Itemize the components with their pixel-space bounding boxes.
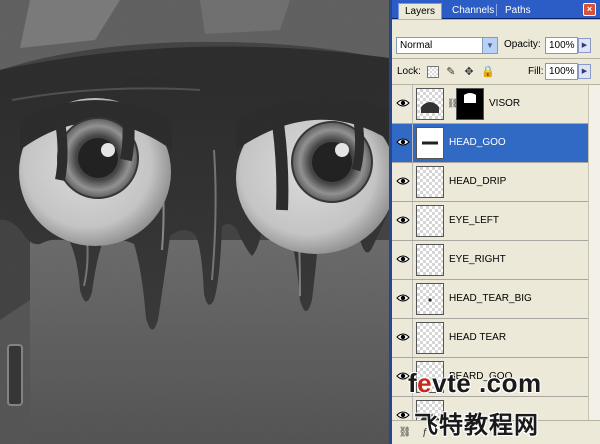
layer-name: HEAD_GOO (449, 137, 506, 148)
lock-brush-icon[interactable]: ✎ (445, 66, 457, 78)
layer-row-eye-right[interactable]: EYE_RIGHT (392, 241, 588, 280)
layer-name: HEAD TEAR (449, 332, 507, 343)
panel-footer: ⛓ ƒ (392, 420, 600, 444)
panel-tab-bar: Layers Channels Paths × (392, 0, 600, 19)
layer-name: VISOR (489, 98, 521, 109)
tab-separator (496, 4, 497, 16)
tabbar-divider (392, 19, 600, 20)
layer-name: EYE_RIGHT (449, 254, 506, 265)
layer-thumbnail (416, 88, 444, 120)
lock-transparent-icon[interactable] (427, 66, 439, 78)
document-canvas[interactable] (0, 0, 389, 444)
layer-style-icon[interactable]: ƒ (418, 426, 432, 440)
opacity-label: Opacity: (504, 39, 541, 50)
layer-thumbnail (416, 361, 444, 393)
eye-icon[interactable] (393, 163, 413, 201)
tab-paths[interactable]: Paths (499, 3, 537, 19)
layer-thumbnail (416, 166, 444, 198)
layer-row-head-tear-big[interactable]: HEAD_TEAR_BIG (392, 280, 588, 319)
options-divider (392, 58, 600, 59)
layer-row-head-goo[interactable]: HEAD_GOO (392, 124, 588, 163)
tab-layers[interactable]: Layers (398, 3, 443, 19)
layer-thumbnail (416, 205, 444, 237)
eye-icon[interactable] (393, 280, 413, 318)
layers-list: ⛓ VISOR HEAD_GOO HEAD_DRIP EYE_LEFT EYE_… (392, 85, 588, 420)
eye-icon[interactable] (393, 397, 413, 420)
layer-mask-thumbnail[interactable] (456, 88, 484, 120)
layer-row-visor[interactable]: ⛓ VISOR (392, 85, 588, 124)
eye-icon[interactable] (393, 124, 413, 162)
layer-name: HEAD_DRIP (449, 176, 507, 187)
opacity-input[interactable]: 100% (545, 37, 578, 54)
layer-thumbnail (416, 283, 444, 315)
chain-link-icon[interactable]: ⛓ (447, 98, 458, 110)
layer-name: BEARD_GOO (449, 371, 513, 382)
fill-input[interactable]: 100% (545, 63, 578, 80)
blend-mode-value: Normal (400, 40, 433, 51)
eye-icon[interactable] (393, 358, 413, 396)
layer-row-head-drip[interactable]: HEAD_DRIP (392, 163, 588, 202)
layer-thumbnail (416, 322, 444, 354)
layer-thumbnail (416, 244, 444, 276)
layer-row-partial[interactable] (392, 397, 588, 420)
fill-label: Fill: (528, 66, 544, 77)
layer-name: HEAD_TEAR_BIG (449, 293, 532, 304)
layers-panel: Layers Channels Paths × Normal ▼ Opacity… (389, 0, 600, 444)
eye-icon[interactable] (393, 202, 413, 240)
close-icon[interactable]: × (583, 3, 596, 16)
layer-row-eye-left[interactable]: EYE_LEFT (392, 202, 588, 241)
layer-name: EYE_LEFT (449, 215, 500, 226)
flyout-arrow-icon[interactable]: ▶ (578, 38, 591, 53)
layer-row-beard-goo[interactable]: BEARD_GOO (392, 358, 588, 397)
layer-thumbnail (416, 400, 444, 420)
link-layers-icon[interactable]: ⛓ (398, 426, 412, 440)
layer-thumbnail (416, 127, 444, 159)
dropdown-arrow-icon[interactable]: ▼ (482, 38, 497, 53)
eye-icon[interactable] (393, 241, 413, 279)
flyout-arrow-icon[interactable]: ▶ (578, 64, 591, 79)
lock-move-icon[interactable]: ✥ (463, 66, 475, 78)
blend-mode-select[interactable]: Normal ▼ (396, 37, 498, 54)
eye-icon[interactable] (393, 85, 413, 123)
lock-all-icon[interactable]: 🔒 (481, 66, 495, 78)
character-artwork (0, 0, 389, 444)
layer-row-head-tear[interactable]: HEAD TEAR (392, 319, 588, 358)
lock-label: Lock: (397, 66, 421, 77)
tab-channels[interactable]: Channels (446, 3, 500, 19)
eye-icon[interactable] (393, 319, 413, 357)
layers-scrollbar[interactable] (588, 85, 600, 420)
